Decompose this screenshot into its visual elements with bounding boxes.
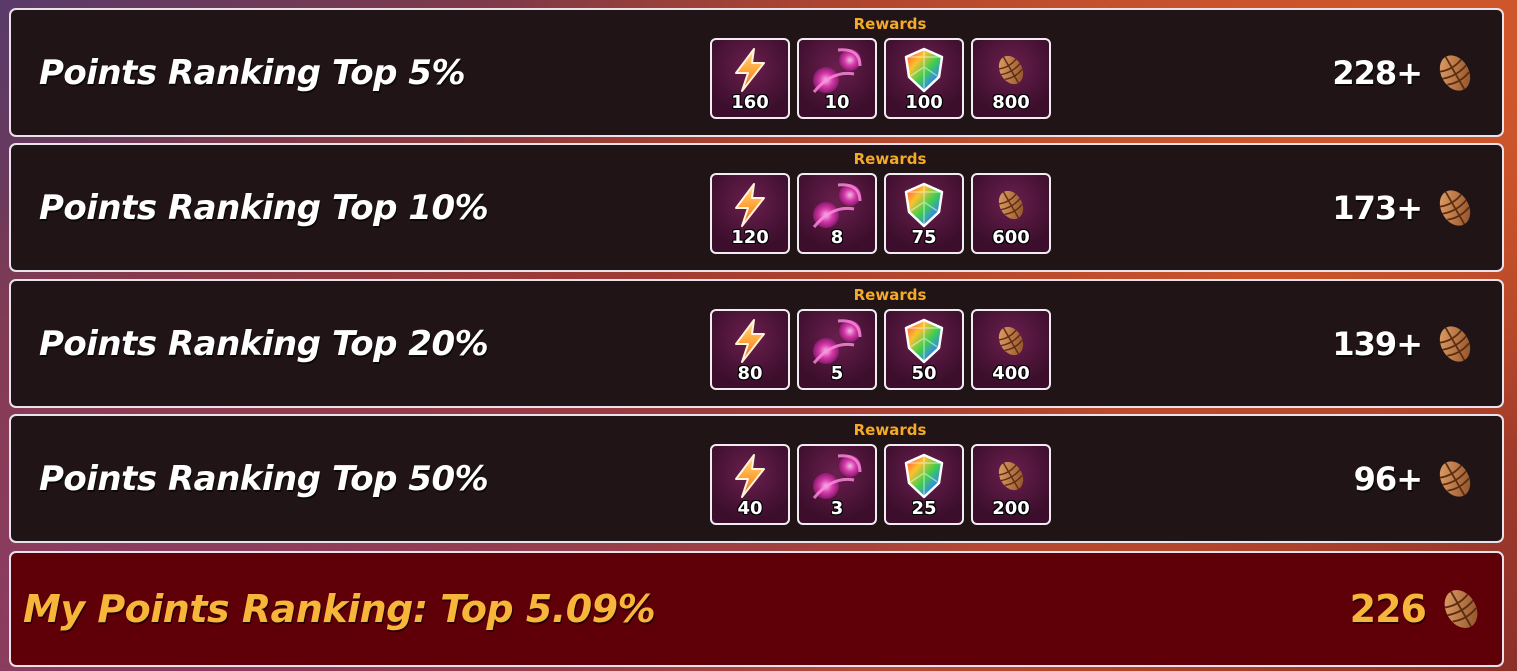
reward-slot-energy[interactable]: 120 bbox=[710, 173, 790, 254]
tier-title: Points Ranking Top 5% bbox=[39, 52, 466, 93]
pine-cone-icon bbox=[998, 326, 1024, 356]
lightning-bolt-icon bbox=[735, 454, 765, 498]
pine-cone-icon bbox=[1439, 460, 1471, 497]
reward-slot-energy[interactable]: 160 bbox=[710, 38, 790, 119]
rewards-label: Rewards bbox=[853, 421, 927, 439]
pink-magic-swirl-icon bbox=[812, 48, 862, 93]
tier-row: Points Ranking Top 50% Rewards 40 3 25 2… bbox=[9, 414, 1504, 543]
reward-slot-gem[interactable]: 25 bbox=[884, 444, 964, 525]
rewards-label: Rewards bbox=[853, 150, 927, 168]
pink-magic-swirl-icon bbox=[812, 454, 862, 499]
lightning-bolt-icon bbox=[735, 183, 765, 227]
lightning-bolt-icon bbox=[735, 48, 765, 92]
threshold-value: 96+ bbox=[1353, 459, 1423, 498]
my-points-value: 226 bbox=[1349, 587, 1427, 631]
reward-quantity: 400 bbox=[992, 363, 1030, 384]
pink-magic-swirl-icon bbox=[812, 183, 862, 228]
lightning-bolt-icon bbox=[735, 319, 765, 363]
reward-slot-cone[interactable]: 800 bbox=[971, 38, 1051, 119]
pine-cone-icon bbox=[998, 461, 1024, 491]
pine-cone-icon bbox=[998, 190, 1024, 220]
rainbow-gem-shield-icon bbox=[904, 453, 944, 499]
reward-slot-gem[interactable]: 50 bbox=[884, 309, 964, 390]
my-ranking-panel: My Points Ranking: Top 5.09% 226 bbox=[9, 551, 1504, 667]
reward-quantity: 80 bbox=[737, 363, 763, 384]
pink-magic-swirl-icon bbox=[812, 319, 862, 364]
points-threshold: 228+ bbox=[1332, 10, 1480, 135]
reward-quantity: 50 bbox=[911, 363, 937, 384]
reward-slot-magic[interactable]: 5 bbox=[797, 309, 877, 390]
rewards-list: 80 5 50 400 bbox=[710, 309, 1051, 390]
points-threshold: 173+ bbox=[1332, 145, 1480, 270]
pine-cone-icon bbox=[1444, 589, 1478, 629]
reward-quantity: 120 bbox=[731, 227, 769, 248]
reward-quantity: 8 bbox=[830, 227, 844, 248]
reward-slot-magic[interactable]: 10 bbox=[797, 38, 877, 119]
reward-quantity: 5 bbox=[830, 363, 844, 384]
threshold-value: 139+ bbox=[1332, 324, 1423, 363]
reward-slot-cone[interactable]: 400 bbox=[971, 309, 1051, 390]
reward-quantity: 25 bbox=[911, 498, 937, 519]
reward-quantity: 800 bbox=[992, 92, 1030, 113]
reward-quantity: 160 bbox=[731, 92, 769, 113]
points-threshold: 139+ bbox=[1332, 281, 1480, 406]
tier-title: Points Ranking Top 20% bbox=[39, 323, 489, 364]
threshold-value: 173+ bbox=[1332, 188, 1423, 227]
rewards-list: 120 8 75 600 bbox=[710, 173, 1051, 254]
reward-slot-gem[interactable]: 100 bbox=[884, 38, 964, 119]
points-threshold: 96+ bbox=[1354, 416, 1480, 541]
reward-quantity: 100 bbox=[905, 92, 943, 113]
rewards-label: Rewards bbox=[853, 15, 927, 33]
rainbow-gem-shield-icon bbox=[904, 47, 944, 93]
tier-row: Points Ranking Top 10% Rewards 120 8 75 … bbox=[9, 143, 1504, 272]
tier-row: Points Ranking Top 5% Rewards 160 10 100… bbox=[9, 8, 1504, 137]
pine-cone-icon bbox=[998, 55, 1024, 85]
reward-quantity: 40 bbox=[737, 498, 763, 519]
reward-slot-magic[interactable]: 8 bbox=[797, 173, 877, 254]
tier-title: Points Ranking Top 50% bbox=[39, 458, 489, 499]
my-points: 226 bbox=[1350, 553, 1488, 665]
rainbow-gem-shield-icon bbox=[904, 182, 944, 228]
pine-cone-icon bbox=[1439, 325, 1471, 362]
reward-quantity: 3 bbox=[830, 498, 844, 519]
tier-row: Points Ranking Top 20% Rewards 80 5 50 4… bbox=[9, 279, 1504, 408]
reward-slot-gem[interactable]: 75 bbox=[884, 173, 964, 254]
rewards-list: 40 3 25 200 bbox=[710, 444, 1051, 525]
my-ranking-title: My Points Ranking: Top 5.09% bbox=[23, 587, 656, 631]
reward-quantity: 200 bbox=[992, 498, 1030, 519]
reward-slot-energy[interactable]: 40 bbox=[710, 444, 790, 525]
tier-title: Points Ranking Top 10% bbox=[39, 187, 489, 228]
reward-slot-cone[interactable]: 200 bbox=[971, 444, 1051, 525]
rewards-label: Rewards bbox=[853, 286, 927, 304]
pine-cone-icon bbox=[1439, 54, 1471, 91]
reward-slot-magic[interactable]: 3 bbox=[797, 444, 877, 525]
pine-cone-icon bbox=[1439, 189, 1471, 226]
reward-quantity: 600 bbox=[992, 227, 1030, 248]
reward-quantity: 10 bbox=[824, 92, 850, 113]
threshold-value: 228+ bbox=[1332, 53, 1423, 92]
rainbow-gem-shield-icon bbox=[904, 318, 944, 364]
rewards-list: 160 10 100 800 bbox=[710, 38, 1051, 119]
reward-slot-energy[interactable]: 80 bbox=[710, 309, 790, 390]
reward-slot-cone[interactable]: 600 bbox=[971, 173, 1051, 254]
reward-quantity: 75 bbox=[911, 227, 937, 248]
